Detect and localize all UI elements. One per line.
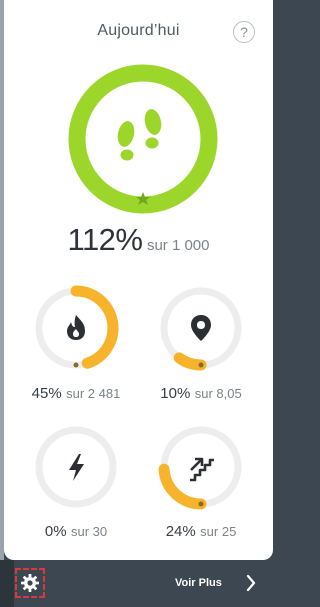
stairs-icon [190, 457, 214, 482]
footer-edge [0, 560, 14, 607]
active-minutes-label: 0% sur 30 [44, 523, 108, 540]
distance-progress-marker [198, 362, 204, 368]
footprints-icon [117, 109, 162, 161]
location-pin-icon [191, 315, 211, 341]
calories-progress-marker [73, 362, 79, 368]
gear-icon [21, 574, 39, 592]
steps-goal: sur 1 000 [146, 237, 210, 254]
today-card: Aujourd’hui ? 112% sur 1 000 45% sur 2 4… [4, 0, 273, 560]
flame-icon [67, 315, 85, 340]
steps-percent: 112% [67, 222, 144, 257]
calories-label: 45% sur 2 481 [31, 385, 121, 402]
steps-summary: 112% sur 1 000 [4, 222, 273, 258]
floors-ring[interactable] [158, 424, 244, 510]
voir-plus-link[interactable]: Voir Plus [175, 568, 222, 598]
calories-ring[interactable] [33, 285, 119, 371]
help-icon[interactable]: ? [233, 21, 255, 43]
settings-button[interactable] [15, 568, 45, 598]
steps-ring[interactable] [66, 62, 220, 221]
distance-label: 10% sur 8,05 [160, 385, 242, 402]
distance-ring[interactable] [158, 285, 244, 371]
footer-bar: Voir Plus [0, 560, 277, 607]
active-minutes-ring[interactable] [33, 424, 119, 510]
floors-progress-marker [198, 501, 204, 507]
lightning-icon [69, 454, 84, 481]
chevron-right-icon[interactable] [246, 574, 256, 592]
floors-label: 24% sur 25 [165, 523, 237, 540]
